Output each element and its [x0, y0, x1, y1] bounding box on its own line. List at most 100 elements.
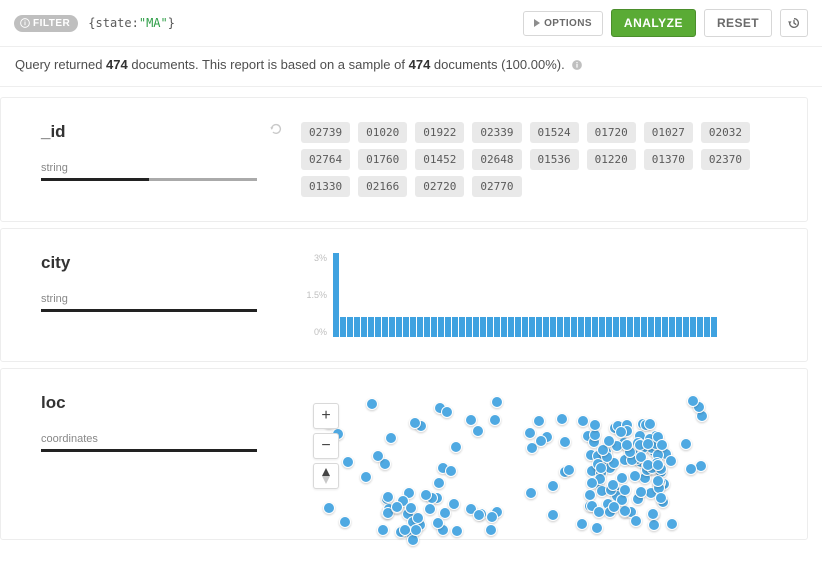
chart-bar[interactable] [515, 317, 521, 337]
chart-bar[interactable] [361, 317, 367, 337]
chart-bar[interactable] [417, 317, 423, 337]
map-point[interactable] [603, 435, 615, 447]
map-point[interactable] [420, 489, 432, 501]
map-point[interactable] [576, 518, 588, 530]
map-point[interactable] [342, 456, 354, 468]
chart-bar[interactable] [431, 317, 437, 337]
map-point[interactable] [593, 506, 605, 518]
map-point[interactable] [424, 503, 436, 515]
chart-bar[interactable] [662, 317, 668, 337]
map-point[interactable] [584, 489, 596, 501]
chart-bar[interactable] [711, 317, 717, 337]
map-point[interactable] [524, 427, 536, 439]
chart-bar[interactable] [550, 317, 556, 337]
chart-bar[interactable] [375, 317, 381, 337]
value-chip[interactable]: 01720 [587, 122, 636, 143]
chart-bar[interactable] [487, 317, 493, 337]
value-chip[interactable]: 02770 [472, 176, 521, 197]
map-point[interactable] [451, 525, 463, 537]
map-point[interactable] [656, 439, 668, 451]
map-point[interactable] [366, 398, 378, 410]
chart-bar[interactable] [592, 317, 598, 337]
info-icon[interactable] [571, 59, 583, 71]
chart-bar[interactable] [613, 317, 619, 337]
map-point[interactable] [405, 502, 417, 514]
chart-bar[interactable] [473, 317, 479, 337]
value-chip[interactable]: 01020 [358, 122, 407, 143]
chart-bar[interactable] [641, 317, 647, 337]
value-chip[interactable]: 01760 [358, 149, 407, 170]
map-point[interactable] [489, 414, 501, 426]
chart-bar[interactable] [606, 317, 612, 337]
value-chip[interactable]: 02764 [301, 149, 350, 170]
chart-bar[interactable] [585, 317, 591, 337]
map-point[interactable] [559, 436, 571, 448]
chart-bar[interactable] [620, 317, 626, 337]
map-point[interactable] [629, 470, 641, 482]
map-point[interactable] [608, 501, 620, 513]
compass-button[interactable] [313, 463, 339, 489]
chart-bar[interactable] [676, 317, 682, 337]
map-point[interactable] [472, 425, 484, 437]
map-point[interactable] [441, 406, 453, 418]
chart-bar[interactable] [690, 317, 696, 337]
map-point[interactable] [433, 477, 445, 489]
chart-bar[interactable] [403, 317, 409, 337]
chart-bar[interactable] [669, 317, 675, 337]
map-point[interactable] [533, 415, 545, 427]
chart-bar[interactable] [564, 317, 570, 337]
chart-bar[interactable] [466, 317, 472, 337]
chart-bar[interactable] [627, 317, 633, 337]
reset-button[interactable]: RESET [704, 9, 772, 37]
value-chip[interactable]: 01922 [415, 122, 464, 143]
chart-bar[interactable] [340, 317, 346, 337]
map-point[interactable] [644, 418, 656, 430]
chart-bar[interactable] [571, 317, 577, 337]
value-chip[interactable]: 01220 [587, 149, 636, 170]
refresh-icon[interactable] [269, 122, 283, 139]
value-chip[interactable]: 02166 [358, 176, 407, 197]
map-point[interactable] [619, 505, 631, 517]
map-point[interactable] [339, 516, 351, 528]
chart-bar[interactable] [368, 317, 374, 337]
query-history-button[interactable] [780, 9, 808, 37]
chart-bar[interactable] [557, 317, 563, 337]
chart-bar[interactable] [354, 317, 360, 337]
zoom-out-button[interactable]: − [313, 433, 339, 459]
value-chip[interactable]: 01027 [644, 122, 693, 143]
map-point[interactable] [399, 524, 411, 536]
value-chip[interactable]: 01330 [301, 176, 350, 197]
map-point[interactable] [323, 502, 335, 514]
map-point[interactable] [666, 518, 678, 530]
chart-bar[interactable] [599, 317, 605, 337]
map-point[interactable] [685, 463, 697, 475]
map-point[interactable] [563, 464, 575, 476]
chart-bar[interactable] [655, 317, 661, 337]
map-point[interactable] [589, 419, 601, 431]
value-chip[interactable]: 01536 [530, 149, 579, 170]
map-point[interactable] [360, 471, 372, 483]
value-chip[interactable]: 02648 [472, 149, 521, 170]
map-point[interactable] [547, 480, 559, 492]
map-point[interactable] [655, 492, 667, 504]
zoom-in-button[interactable]: + [313, 403, 339, 429]
analyze-button[interactable]: ANALYZE [611, 9, 696, 37]
map-point[interactable] [491, 396, 503, 408]
map-point[interactable] [410, 524, 422, 536]
map-point[interactable] [525, 487, 537, 499]
map-point[interactable] [486, 511, 498, 523]
chart-bar[interactable] [529, 317, 535, 337]
query-input[interactable]: {state:"MA"} [86, 12, 515, 34]
chart-bar[interactable] [494, 317, 500, 337]
map-point[interactable] [535, 435, 547, 447]
map-point[interactable] [586, 477, 598, 489]
chart-bar[interactable] [424, 317, 430, 337]
value-chip[interactable]: 02720 [415, 176, 464, 197]
value-chip[interactable]: 02339 [472, 122, 521, 143]
chart-bar[interactable] [634, 317, 640, 337]
chart-bar[interactable] [543, 317, 549, 337]
map-point[interactable] [652, 459, 664, 471]
chart-bar[interactable] [396, 317, 402, 337]
map-point[interactable] [485, 524, 497, 536]
map-point[interactable] [547, 509, 559, 521]
